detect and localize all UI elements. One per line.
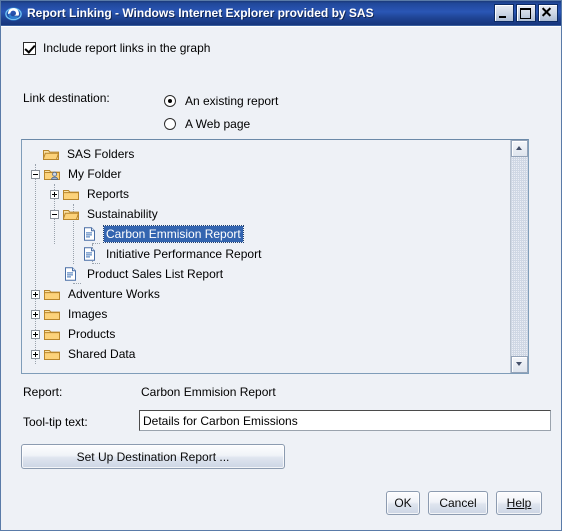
- title-bar[interactable]: Report Linking - Windows Internet Explor…: [1, 1, 561, 26]
- include-report-links-label: Include report links in the graph: [43, 41, 211, 55]
- close-button[interactable]: [538, 4, 558, 22]
- set-up-destination-report-button[interactable]: Set Up Destination Report ...: [21, 444, 285, 469]
- folder-icon: [44, 287, 60, 301]
- tree-node-label: Reports: [87, 187, 130, 201]
- folder-icon: [44, 347, 60, 361]
- tree-node-label: Products: [68, 327, 116, 341]
- tooltip-text-label: Tool-tip text:: [23, 415, 88, 429]
- tree-node-label: SAS Folders: [67, 147, 135, 161]
- tree-node-label: My Folder: [68, 167, 122, 181]
- help-button[interactable]: Help: [496, 491, 542, 515]
- tree-expander-plus-icon[interactable]: [31, 289, 40, 299]
- tree-node-label: Images: [68, 307, 108, 321]
- tree-node-label: Sustainability: [87, 207, 158, 221]
- tree-expander-plus-icon[interactable]: [31, 329, 40, 339]
- tree-vertical-scrollbar[interactable]: [510, 140, 528, 373]
- folder-tree-panel: SAS Folders My Folder Reports Sustainabi…: [21, 139, 529, 374]
- tree-expander-plus-icon[interactable]: [31, 349, 40, 359]
- tree-node-adventure-works[interactable]: Adventure Works: [22, 284, 510, 304]
- scrollbar-track[interactable]: [511, 157, 528, 356]
- tree-node-my-folder[interactable]: My Folder: [22, 164, 510, 184]
- tree-node-sas-folders[interactable]: SAS Folders: [22, 144, 510, 164]
- tree-node-product-sales-list-report[interactable]: Product Sales List Report: [22, 264, 510, 284]
- maximize-button[interactable]: [516, 4, 536, 22]
- tree-node-shared-data[interactable]: Shared Data: [22, 344, 510, 364]
- tree-node-label: Carbon Emmision Report: [103, 225, 244, 243]
- radio-an-existing-report-control[interactable]: [164, 95, 176, 107]
- folder-icon: [44, 327, 60, 341]
- include-report-links-row[interactable]: Include report links in the graph: [23, 41, 210, 55]
- link-destination-radio-group: An existing report A Web page: [164, 91, 278, 137]
- report-document-icon: [63, 267, 79, 281]
- tree-node-label: Initiative Performance Report: [106, 247, 262, 261]
- tree-node-label: Product Sales List Report: [87, 267, 224, 281]
- minimize-button[interactable]: [494, 4, 514, 22]
- radio-an-existing-report[interactable]: An existing report: [164, 91, 278, 111]
- cancel-button[interactable]: Cancel: [428, 491, 488, 515]
- link-destination-label: Link destination:: [23, 91, 110, 105]
- tree-expander-none-icon: [30, 150, 39, 159]
- include-report-links-checkbox[interactable]: [23, 41, 36, 55]
- tree-node-label: Shared Data: [68, 347, 136, 361]
- radio-an-existing-report-label: An existing report: [185, 94, 279, 108]
- tree-node-reports[interactable]: Reports: [22, 184, 510, 204]
- tree-node-sustainability[interactable]: Sustainability: [22, 204, 510, 224]
- tooltip-text-input[interactable]: [139, 410, 551, 431]
- tree-node-products[interactable]: Products: [22, 324, 510, 344]
- tree-node-carbon-emmision-report[interactable]: Carbon Emmision Report: [22, 224, 510, 244]
- open-folder-icon: [42, 147, 60, 161]
- radio-a-web-page[interactable]: A Web page: [164, 114, 278, 134]
- ok-button[interactable]: OK: [386, 491, 420, 515]
- report-linking-dialog: Report Linking - Windows Internet Explor…: [0, 0, 562, 531]
- radio-a-web-page-control[interactable]: [164, 118, 176, 130]
- dialog-body: Include report links in the graph Link d…: [1, 26, 561, 530]
- report-document-icon: [82, 227, 98, 241]
- tree-expander-minus-icon[interactable]: [31, 169, 40, 179]
- radio-a-web-page-label: A Web page: [185, 117, 251, 131]
- window-controls: [494, 4, 558, 22]
- internet-explorer-icon: [4, 5, 23, 22]
- folder-icon: [63, 187, 79, 201]
- scroll-up-arrow-icon[interactable]: [511, 140, 528, 157]
- window-title: Report Linking - Windows Internet Explor…: [27, 6, 374, 20]
- user-folder-icon: [44, 167, 60, 181]
- scroll-down-arrow-icon[interactable]: [511, 356, 528, 373]
- tree-node-initiative-performance-report[interactable]: Initiative Performance Report: [22, 244, 510, 264]
- tree-node-images[interactable]: Images: [22, 304, 510, 324]
- report-label: Report:: [23, 385, 63, 399]
- tree-expander-plus-icon[interactable]: [31, 309, 40, 319]
- report-document-icon: [82, 247, 98, 261]
- open-folder-icon: [62, 207, 80, 221]
- folder-icon: [44, 307, 60, 321]
- tree-expander-plus-icon[interactable]: [50, 189, 59, 199]
- tree-node-label: Adventure Works: [68, 287, 160, 301]
- tree-expander-minus-icon[interactable]: [50, 209, 59, 219]
- help-button-label: Help: [506, 496, 532, 510]
- report-value: Carbon Emmision Report: [141, 385, 276, 399]
- folder-tree[interactable]: SAS Folders My Folder Reports Sustainabi…: [22, 140, 510, 373]
